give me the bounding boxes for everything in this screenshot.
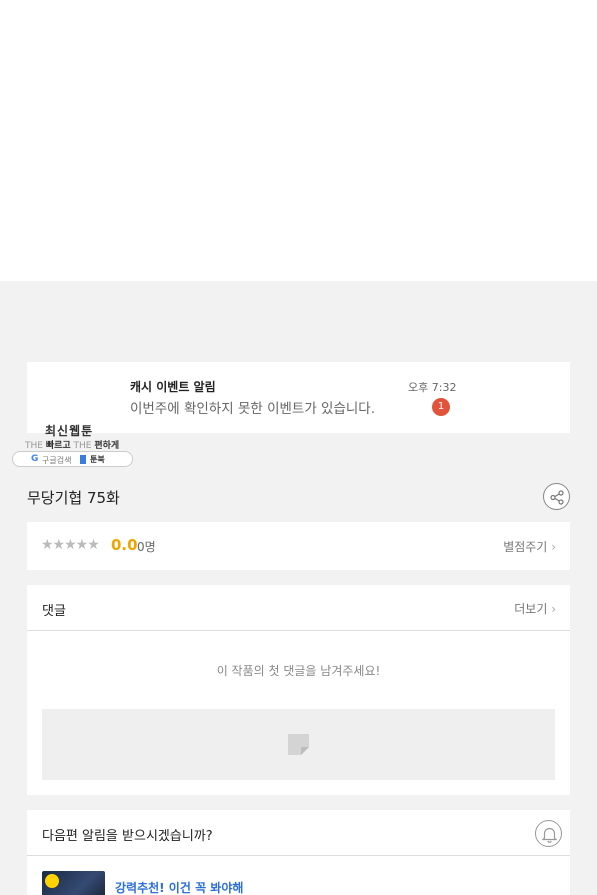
rate-label: 별점주기 (503, 540, 548, 554)
rating-count: 0명 (137, 540, 156, 554)
book-icon (80, 455, 86, 464)
rate-button[interactable]: 별점주기 › (503, 538, 556, 555)
logo-search-pill: G 구글검색 툰북 (12, 451, 133, 467)
slogan-easy: 편하게 (94, 441, 120, 451)
promo-thumbnail[interactable] (42, 871, 105, 895)
episode-title: 무당기협 75화 (27, 489, 120, 507)
next-alert-question: 다음편 알림을 받으시겠습니까? (42, 829, 213, 844)
comment-input-box[interactable] (42, 709, 555, 780)
notification-time: 오후 7:32 (408, 381, 457, 394)
logo-title: 최신웹툰 (45, 424, 94, 438)
rating-stars: ★★★★★ (41, 537, 100, 553)
site-logo[interactable]: 최신웹툰 THE 빠르고 THE 편하게 G 구글검색 툰북 (12, 422, 134, 468)
next-episode-alert: 다음편 알림을 받으시겠습니까? 강력추천! 이건 꼭 봐야해 (27, 810, 570, 895)
google-search-label: 구글검색 (42, 456, 72, 465)
clock-icon (45, 874, 59, 888)
rating-score: 0.0 (111, 536, 138, 554)
comments-header: 댓글 더보기 › (27, 585, 570, 631)
notification-badge: 1 (432, 398, 450, 416)
share-icon (550, 490, 564, 505)
write-icon (288, 734, 309, 755)
chevron-right-icon: › (551, 602, 556, 616)
blank-content-area (0, 0, 597, 281)
comments-more-button[interactable]: 더보기 › (514, 600, 556, 617)
notification-title: 캐시 이벤트 알림 (130, 380, 216, 394)
logo-slogan: THE 빠르고 THE 편하게 (25, 438, 119, 451)
rating-bar: ★★★★★ 0.0 0명 별점주기 › (27, 522, 570, 570)
bell-icon (541, 827, 558, 843)
more-label: 더보기 (514, 602, 548, 616)
comments-empty-message: 이 작품의 첫 댓글을 남겨주세요! (216, 664, 381, 678)
slogan-the-1: THE (25, 441, 43, 451)
next-alert-header: 다음편 알림을 받으시겠습니까? (27, 810, 570, 856)
slogan-the-2: THE (73, 441, 92, 451)
promo-link[interactable]: 강력추천! 이건 꼭 봐야해 (115, 879, 243, 895)
toonbook-label: 툰북 (90, 455, 105, 464)
notification-body: 이번주에 확인하지 못한 이벤트가 있습니다. (130, 401, 376, 417)
google-icon: G (31, 454, 39, 464)
comments-title: 댓글 (42, 604, 66, 619)
slogan-fast: 빠르고 (45, 441, 71, 451)
comments-section: 댓글 더보기 › 이 작품의 첫 댓글을 남겨주세요! (27, 585, 570, 795)
bell-button[interactable] (535, 820, 562, 847)
chevron-right-icon: › (551, 540, 556, 554)
share-button[interactable] (543, 483, 570, 510)
